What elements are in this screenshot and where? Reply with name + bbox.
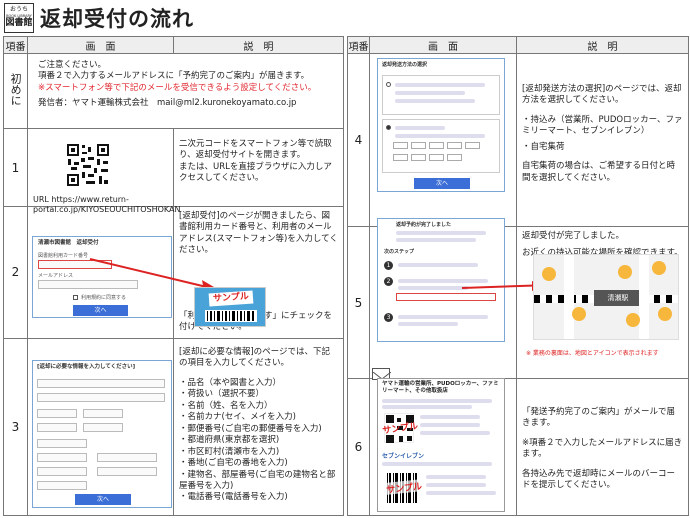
first-name-input[interactable] xyxy=(83,409,123,418)
first-name-kana-input[interactable] xyxy=(83,423,123,432)
row-3-desc: [返却に必要な情報]のページでは、下記の項目を入力してください。 ・品名（本や図… xyxy=(173,337,344,517)
station-label: 清瀬駅 xyxy=(594,290,642,306)
col-header-no: 項番 xyxy=(3,36,28,54)
required-info-screenshot: [返却に必要な情報を入力してください] 次へ xyxy=(32,360,172,508)
city-input[interactable] xyxy=(97,453,157,462)
s3-title: [返却に必要な情報を入力してください] xyxy=(37,364,136,370)
postal-code-input[interactable] xyxy=(37,439,87,448)
intro-line-1: ご注意ください。 xyxy=(38,60,107,70)
row-no-6: 6 xyxy=(347,378,370,516)
library-card-image: サンプル xyxy=(194,287,266,327)
s2-field1-label: 図書館利用カード番号 xyxy=(38,253,89,259)
row-no-4: 4 xyxy=(347,53,370,227)
row-3-item: ・電話番号(電話番号を入力) xyxy=(179,492,288,503)
row-4-desc-3: ・自宅集荷 xyxy=(522,141,565,152)
page-title: 返却受付の流れ xyxy=(40,7,194,31)
mail-header: ヤマト運輸の営業所、PUDOロッカー、ファミリーマート、その他取扱店 xyxy=(382,381,499,394)
row-6-desc-2: ※項番２で入力したメールアドレスに届きます。 xyxy=(522,437,683,460)
intro-text: ご注意ください。 項番２で入力するメールアドレスに「予約完了のご案内」が届きます… xyxy=(27,53,344,129)
row-3-items: ・品名（本や図書と入力） ・荷扱い（選択不要） ・名前（姓、名を入力） ・名前カナ(セ… xyxy=(179,378,338,504)
row-1-desc: 二次元コードをスマートフォン等で読取り、返却受付サイトを開きます。 または、UR… xyxy=(173,128,344,207)
page-header: おうち BOOK LIBRARY 図書館 返却受付の流れ xyxy=(4,3,194,33)
site-url[interactable]: URL https://www.return-portal.co.jp/KIYO… xyxy=(33,195,181,216)
intro-label: 初めに xyxy=(3,53,28,129)
locations-link[interactable] xyxy=(396,293,496,301)
row-3-item: ・建物名、部屋番号(ご自宅の建物名と部屋番号を入力) xyxy=(179,469,336,491)
dropoff-radio[interactable] xyxy=(386,82,391,87)
street-input[interactable] xyxy=(37,467,87,476)
s4-next-button[interactable]: 次へ xyxy=(414,178,470,189)
s5-next-step: 次のステップ xyxy=(384,249,415,255)
pickup-radio[interactable] xyxy=(386,125,391,130)
intro-sender: 発信者：ヤマト運輸株式会社 mail@ml2.kuronekoyamato.co… xyxy=(38,98,297,109)
row-3-item: ・都道府県(東京都を選択) xyxy=(179,435,280,446)
email-input[interactable] xyxy=(38,280,138,289)
pickup-option-box[interactable] xyxy=(382,119,500,173)
r-col-header-no: 項番 xyxy=(347,36,370,54)
last-name-input[interactable] xyxy=(37,409,77,418)
row-4-desc-2: ・持込み（営業所、PUDOロッカー、ファミリーマート、セブンイレブン） xyxy=(522,114,683,137)
r-col-header-screen: 画 面 xyxy=(369,36,517,54)
card-sample-stamp: サンプル xyxy=(208,290,254,307)
col-header-desc: 説 明 xyxy=(173,36,344,54)
return-form-screenshot: 清瀬市図書館 返却受付 図書館利用カード番号 メールアドレス 利用規約に同意する… xyxy=(32,236,172,318)
last-name-kana-input[interactable] xyxy=(37,423,77,432)
row-3-item: ・名前（姓、名を入力） xyxy=(179,400,273,411)
row-5-desc-1: 返却受付が完了しました。 xyxy=(522,231,625,241)
map-note: ※ 業務の裏面は、地図とアイコンで表示されます xyxy=(526,350,659,357)
col-header-screen: 画 面 xyxy=(27,36,174,54)
dropoff-option-box[interactable] xyxy=(382,75,500,115)
s3-next-button[interactable]: 次へ xyxy=(75,494,131,505)
row-no-2: 2 xyxy=(3,206,28,339)
agree-checkbox[interactable] xyxy=(73,295,78,300)
nearby-map: 清瀬駅 xyxy=(533,254,679,340)
row-3-item: ・市区町村(清瀬市を入力) xyxy=(179,446,280,457)
row-4-desc-1: [返却発送方法の選択]のページでは、返却方法を選択してください。 xyxy=(522,84,682,106)
s2-next-button[interactable]: 次へ xyxy=(73,305,128,316)
s4-title: 返却発送方法の選択 xyxy=(382,62,428,68)
s5-title: 返却予約が完了しました xyxy=(396,222,452,228)
intro-line-2: 項番２で入力するメールアドレスに「予約完了のご案内」が届きます。 xyxy=(38,71,310,82)
row-3-intro: [返却に必要な情報]のページでは、下記の項目を入力してください。 xyxy=(179,346,330,369)
s2-field2-label: メールアドレス xyxy=(38,273,74,279)
completion-screenshot: 返却予約が完了しました 次のステップ 1 2 3 xyxy=(377,218,505,342)
row-3-item: ・荷扱い（選択不要） xyxy=(179,389,265,400)
item-name-input[interactable] xyxy=(37,379,165,388)
building-input[interactable] xyxy=(97,467,157,476)
row-no-5: 5 xyxy=(347,226,370,379)
row-no-1: 1 xyxy=(3,128,28,207)
s2-title: 清瀬市図書館 返却受付 xyxy=(38,240,99,246)
agree-label: 利用規約に同意する xyxy=(81,295,127,301)
row-3-item: ・名前カナ(セイ、メイを入力) xyxy=(179,412,296,423)
row-3-item: ・品名（本や図書と入力） xyxy=(179,377,282,388)
phone-input[interactable] xyxy=(37,481,87,490)
qr-code-icon xyxy=(66,143,110,187)
handling-select[interactable] xyxy=(37,393,165,402)
row-6-desc-1: 「発送予約完了のご案内」がメールで届きます。 xyxy=(522,407,676,429)
card-barcode-icon xyxy=(205,310,257,322)
logo-line-1: おうち xyxy=(9,6,28,14)
row-6-desc-3: 各持込み先で返却時にメールのバーコードを提示してください。 xyxy=(522,468,676,491)
row-no-3: 3 xyxy=(3,337,28,517)
shipping-method-screenshot: 返却発送方法の選択 次へ xyxy=(377,58,505,192)
row-3-item: ・郵便番号(ご自宅の郵便番号を入力) xyxy=(179,423,322,434)
prefecture-select[interactable] xyxy=(37,453,87,462)
row-4-desc: [返却発送方法の選択]のページでは、返却方法を選択してください。 ・持込み（営業… xyxy=(516,53,689,227)
row-3-item: ・番地(ご自宅の番地を入力) xyxy=(179,458,288,469)
library-logo: おうち BOOK LIBRARY 図書館 xyxy=(4,3,34,33)
seven-eleven-label: セブンイレブン xyxy=(382,453,425,460)
row-4-desc-4: 自宅集荷の場合は、ご希望する日付と時間を選択してください。 xyxy=(522,161,676,183)
intro-line-3: ※スマートフォン等で下記のメールを受信できるよう設定してください。 xyxy=(38,82,317,93)
qr-code xyxy=(66,143,110,187)
logo-line-3: 図書館 xyxy=(5,18,33,29)
row-2-desc-1: [返却受付]のページが開きましたら、図書館利用カード番号と、利用者のメールアドレ… xyxy=(179,211,338,256)
mail-screenshot: ヤマト運輸の営業所、PUDOロッカー、ファミリーマート、その他取扱店 サンプル … xyxy=(377,378,505,512)
r-col-header-desc: 説 明 xyxy=(516,36,689,54)
row-6-desc: 「発送予約完了のご案内」がメールで届きます。 ※項番２で入力したメールアドレスに… xyxy=(516,378,689,516)
